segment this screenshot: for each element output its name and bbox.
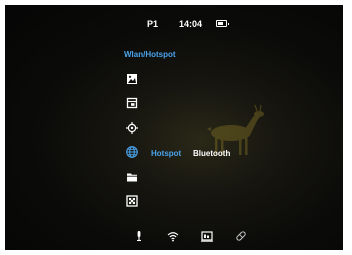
settings-box-icon bbox=[126, 195, 138, 207]
folder-icon bbox=[127, 173, 137, 182]
thermal-scene bbox=[5, 5, 343, 250]
status-bar: P1 14:04 bbox=[5, 18, 343, 32]
menu-item-image[interactable] bbox=[125, 72, 139, 86]
bluetooth-option[interactable]: Bluetooth bbox=[193, 149, 230, 158]
microphone-indicator[interactable] bbox=[132, 229, 146, 243]
wifi-indicator[interactable] bbox=[166, 229, 180, 243]
globe-icon bbox=[126, 146, 138, 158]
menu-item-settings[interactable] bbox=[125, 194, 139, 208]
battery-level bbox=[218, 22, 223, 25]
menu-item-folder[interactable] bbox=[125, 170, 139, 184]
menu-item-reticle[interactable] bbox=[125, 121, 139, 135]
photo-mode-icon bbox=[201, 231, 213, 242]
microphone-icon bbox=[137, 231, 141, 242]
clock: 14:04 bbox=[179, 19, 203, 29]
photo-mode-indicator[interactable] bbox=[200, 229, 214, 243]
video-record-icon bbox=[126, 97, 138, 109]
hotspot-option[interactable]: Hotspot bbox=[151, 149, 181, 158]
pip-indicator[interactable] bbox=[234, 229, 248, 243]
image-icon bbox=[127, 74, 137, 84]
menu-title: Wlan/Hotspot bbox=[124, 50, 176, 59]
crosshair-icon bbox=[126, 122, 138, 134]
viewfinder-screen: P1 14:04 Wlan/Hotspot Hotspot Bluetooth bbox=[5, 5, 343, 250]
menu-item-wlan-hotspot[interactable] bbox=[125, 145, 139, 159]
battery-icon bbox=[216, 20, 229, 27]
profile-indicator: P1 bbox=[147, 19, 159, 29]
wifi-icon bbox=[167, 232, 179, 242]
pip-icon bbox=[236, 231, 246, 241]
menu-item-video-record[interactable] bbox=[125, 96, 139, 110]
